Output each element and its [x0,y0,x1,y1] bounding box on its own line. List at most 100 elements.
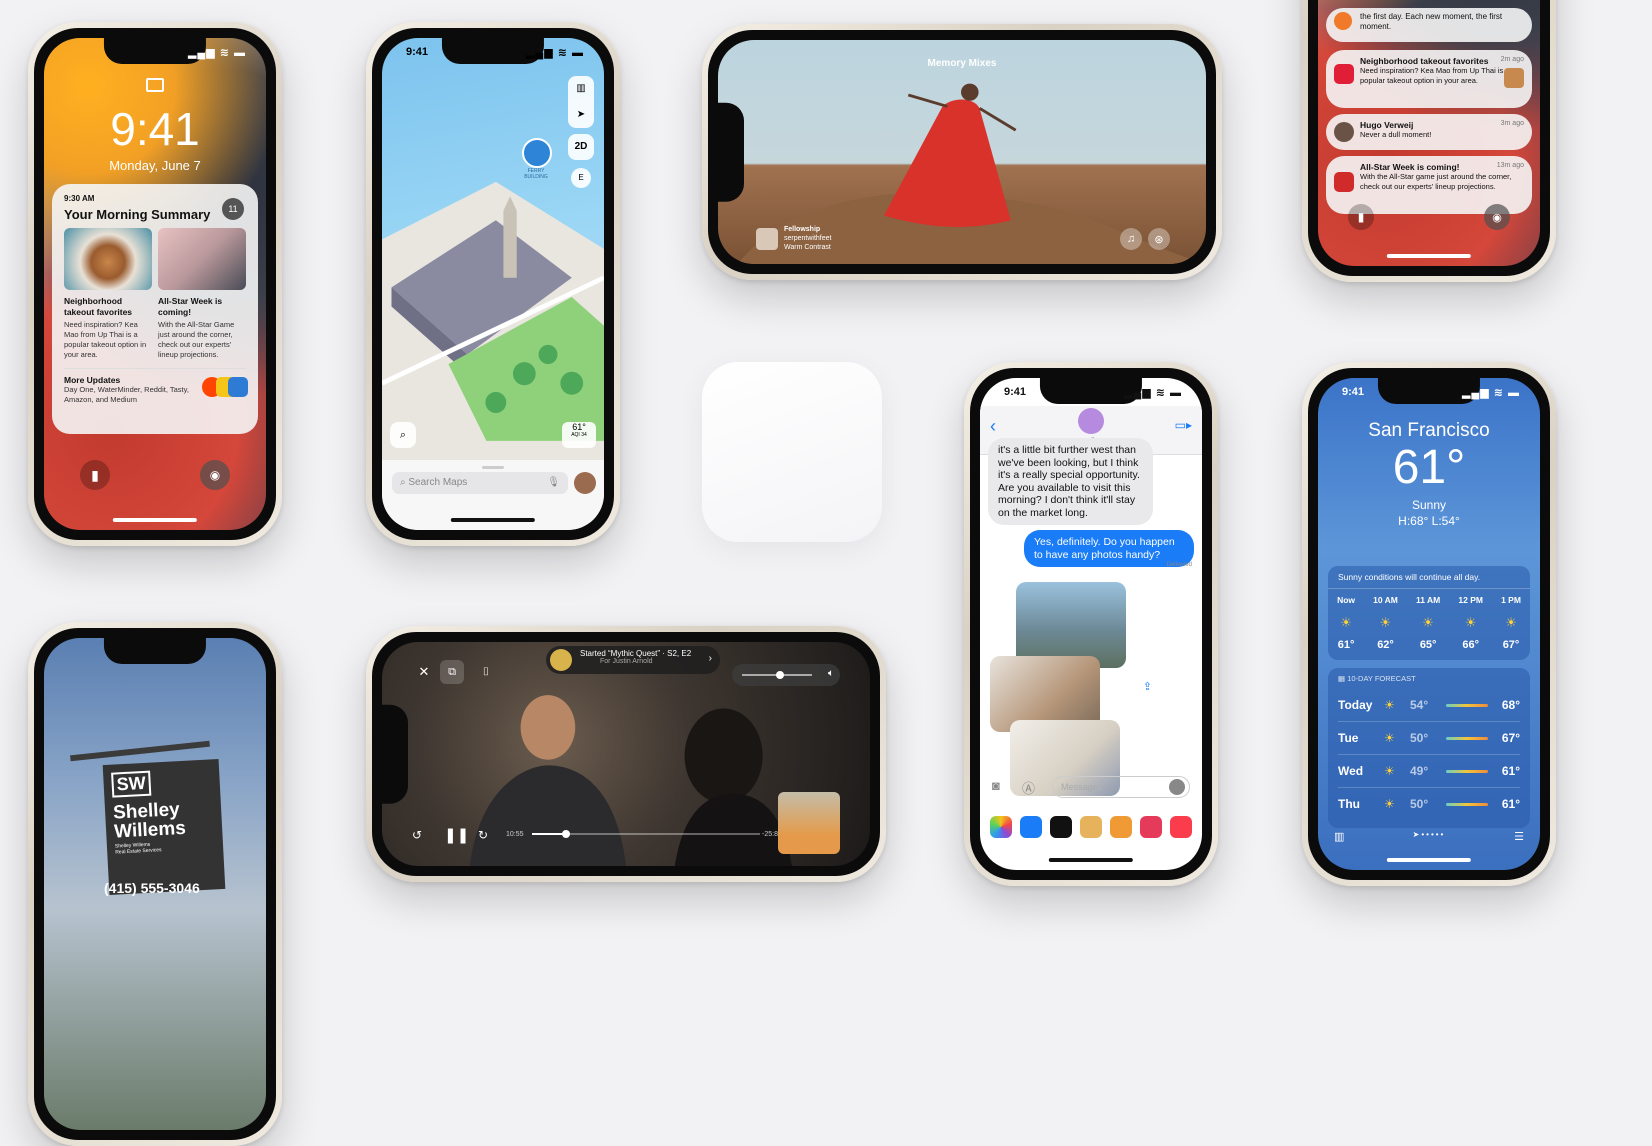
hour-label: 11 AM [1416,595,1441,605]
flashlight-button[interactable]: ▮ [1348,204,1374,230]
morning-summary-card[interactable]: 9:30 AM Your Morning Summary 11 Neighbor… [52,184,258,434]
city-name: San Francisco [1368,420,1490,441]
search-icon: ⌕ [400,477,406,488]
banner-title: Started “Mythic Quest” · S2, E2 [580,649,692,658]
back-chevron-icon[interactable]: ‹ [990,416,996,437]
forecast-row[interactable]: Tue ☀ 50° 67° [1338,721,1520,754]
hi-lo: H:68° L:54° [1398,514,1460,528]
rotate-button[interactable]: ⌷ [474,660,498,684]
delivered-label: Delivered [1166,562,1192,568]
hourly-item: 12 PM ☀ 66° [1458,595,1483,651]
compass-button[interactable]: E [571,168,591,188]
hour-temp: 67° [1502,639,1520,651]
notification-hugo[interactable]: Hugo Verweij 3m ago Never a dull moment! [1326,114,1532,150]
temp-range-bar [1446,736,1488,740]
volume-slider[interactable]: 🔈︎ [732,664,840,686]
food-image [64,228,152,290]
compose-bar: ◙ Ⓐ Message [980,774,1202,800]
skip-forward-button[interactable]: ↻ [478,828,488,842]
temp-range-bar [1446,769,1488,773]
forecast-row[interactable]: Wed ☀ 49° 61° [1338,754,1520,787]
song-artist: serpentwithfeet [784,235,832,242]
scrubber-knob[interactable] [561,830,570,838]
sign-name-2: Willems [113,817,187,843]
forecast-row[interactable]: Thu ☀ 50° 61° [1338,787,1520,820]
song-info[interactable]: Fellowship serpentwithfeet Warm Contrast [784,225,831,252]
map-layers-button[interactable]: ▥ ➤ [568,76,594,128]
message-input[interactable]: Message [1052,776,1190,798]
microphone-icon[interactable]: 🎙︎ [547,472,560,494]
video-call-icon[interactable]: ▭▸ [1175,418,1192,432]
appstore-app-icon[interactable] [1020,816,1042,838]
calendar-icon: ▦ [1338,674,1346,683]
hour-temp: 61° [1337,639,1355,651]
camera-button[interactable]: ◉ [200,460,230,490]
facetime-self-view[interactable] [778,792,840,854]
filter-button[interactable]: ⊛ [1148,228,1170,250]
day-label: Tue [1338,731,1359,745]
high-temp: 61° [1501,764,1520,778]
hour-label: 12 PM [1458,595,1483,605]
list-icon[interactable]: ☰ [1514,830,1524,843]
notification-top-icon [1334,12,1352,30]
look-around-button[interactable]: ⌕ [390,422,416,448]
shareplay-banner[interactable]: Started “Mythic Quest” · S2, E2 For Just… [546,646,720,674]
notification-top[interactable]: the first day. Each new moment, the firs… [1326,8,1532,42]
hourly-card: Sunny conditions will continue all day. … [1328,566,1530,660]
current-temp: 61° [1392,441,1466,494]
high-temp: 67° [1501,731,1520,745]
item1-title: Neighborhood takeout favorites [64,296,133,317]
aqi-label: AQI 34 [571,432,587,438]
hour-label: 1 PM [1501,595,1521,605]
flashlight-button[interactable]: ▮ [80,460,110,490]
lock-screen-phone: ▂▄▆ ≋ ▬ 9:41 Monday, June 7 9:30 AM Your… [28,22,282,546]
notification-hugo-body: Never a dull moment! [1360,130,1432,139]
ferry-building-pin[interactable] [522,138,552,168]
banner-subtitle: For Justin Arnold [600,658,653,665]
sun-icon: ☀ [1384,797,1395,811]
blank-app-tile [702,362,882,542]
appstore-icon[interactable]: Ⓐ [1022,778,1035,797]
share-icon[interactable]: ⇪ [1143,680,1152,693]
close-button[interactable]: ✕ [412,660,436,684]
music-app-icon[interactable] [1170,816,1192,838]
forecast-row[interactable]: Today ☀ 54° 68° [1338,689,1520,721]
ferry-building-label: FERRY BUILDING [524,168,548,180]
volume-knob[interactable] [776,671,784,679]
espn-icon [1334,172,1354,192]
song-title: Fellowship [784,226,821,233]
camera-button[interactable]: ◉ [1484,204,1510,230]
conditions-note: Sunny conditions will continue all day. [1328,566,1530,589]
status-icons: ▂▄▆ ≋ ▬ [1461,387,1520,399]
sign-phone[interactable]: (415) 555-3046 [104,880,200,896]
search-field[interactable]: ⌕ Search Maps 🎙︎ [392,472,568,494]
item1-body: Need inspiration? Kea Mao from Up Thai i… [64,320,147,359]
profile-avatar[interactable] [574,472,596,494]
memoji-app-icon[interactable] [1080,816,1102,838]
contact-avatar[interactable] [1078,408,1104,434]
skip-back-button[interactable]: ↺ [412,828,422,842]
status-icons: ▂▄▆ ≋ ▬ [1123,387,1182,399]
pip-button[interactable]: ⧉ [440,660,464,684]
status-time: 9:41 [1004,386,1027,398]
search-images-app-icon[interactable] [1140,816,1162,838]
audio-icon[interactable] [1169,779,1185,795]
scrubber[interactable] [532,830,760,838]
pause-button[interactable]: ❚❚ [444,826,469,844]
page-dots[interactable]: ➤••••• [1413,830,1446,839]
low-temp: 50° [1410,797,1429,811]
time-elapsed: 10:55 [506,831,524,838]
map-icon[interactable]: ▥ [1334,830,1344,843]
music-button[interactable]: ♫ [1120,228,1142,250]
doordash-icon [1334,64,1354,84]
animoji-app-icon[interactable] [1110,816,1132,838]
real-estate-sign[interactable]: SW Shelley Willems Shelley Willems Real … [102,759,226,895]
low-temp: 50° [1410,731,1429,745]
sun-icon: ☀ [1340,615,1352,630]
applepay-app-icon[interactable] [1050,816,1072,838]
photo-stack[interactable] [990,582,1140,796]
photos-app-icon[interactable] [990,816,1012,838]
camera-icon[interactable]: ◙ [992,778,1000,793]
map-2d-button[interactable]: 2D [568,134,594,160]
notification-takeout[interactable]: Neighborhood takeout favorites 2m ago Ne… [1326,50,1532,108]
